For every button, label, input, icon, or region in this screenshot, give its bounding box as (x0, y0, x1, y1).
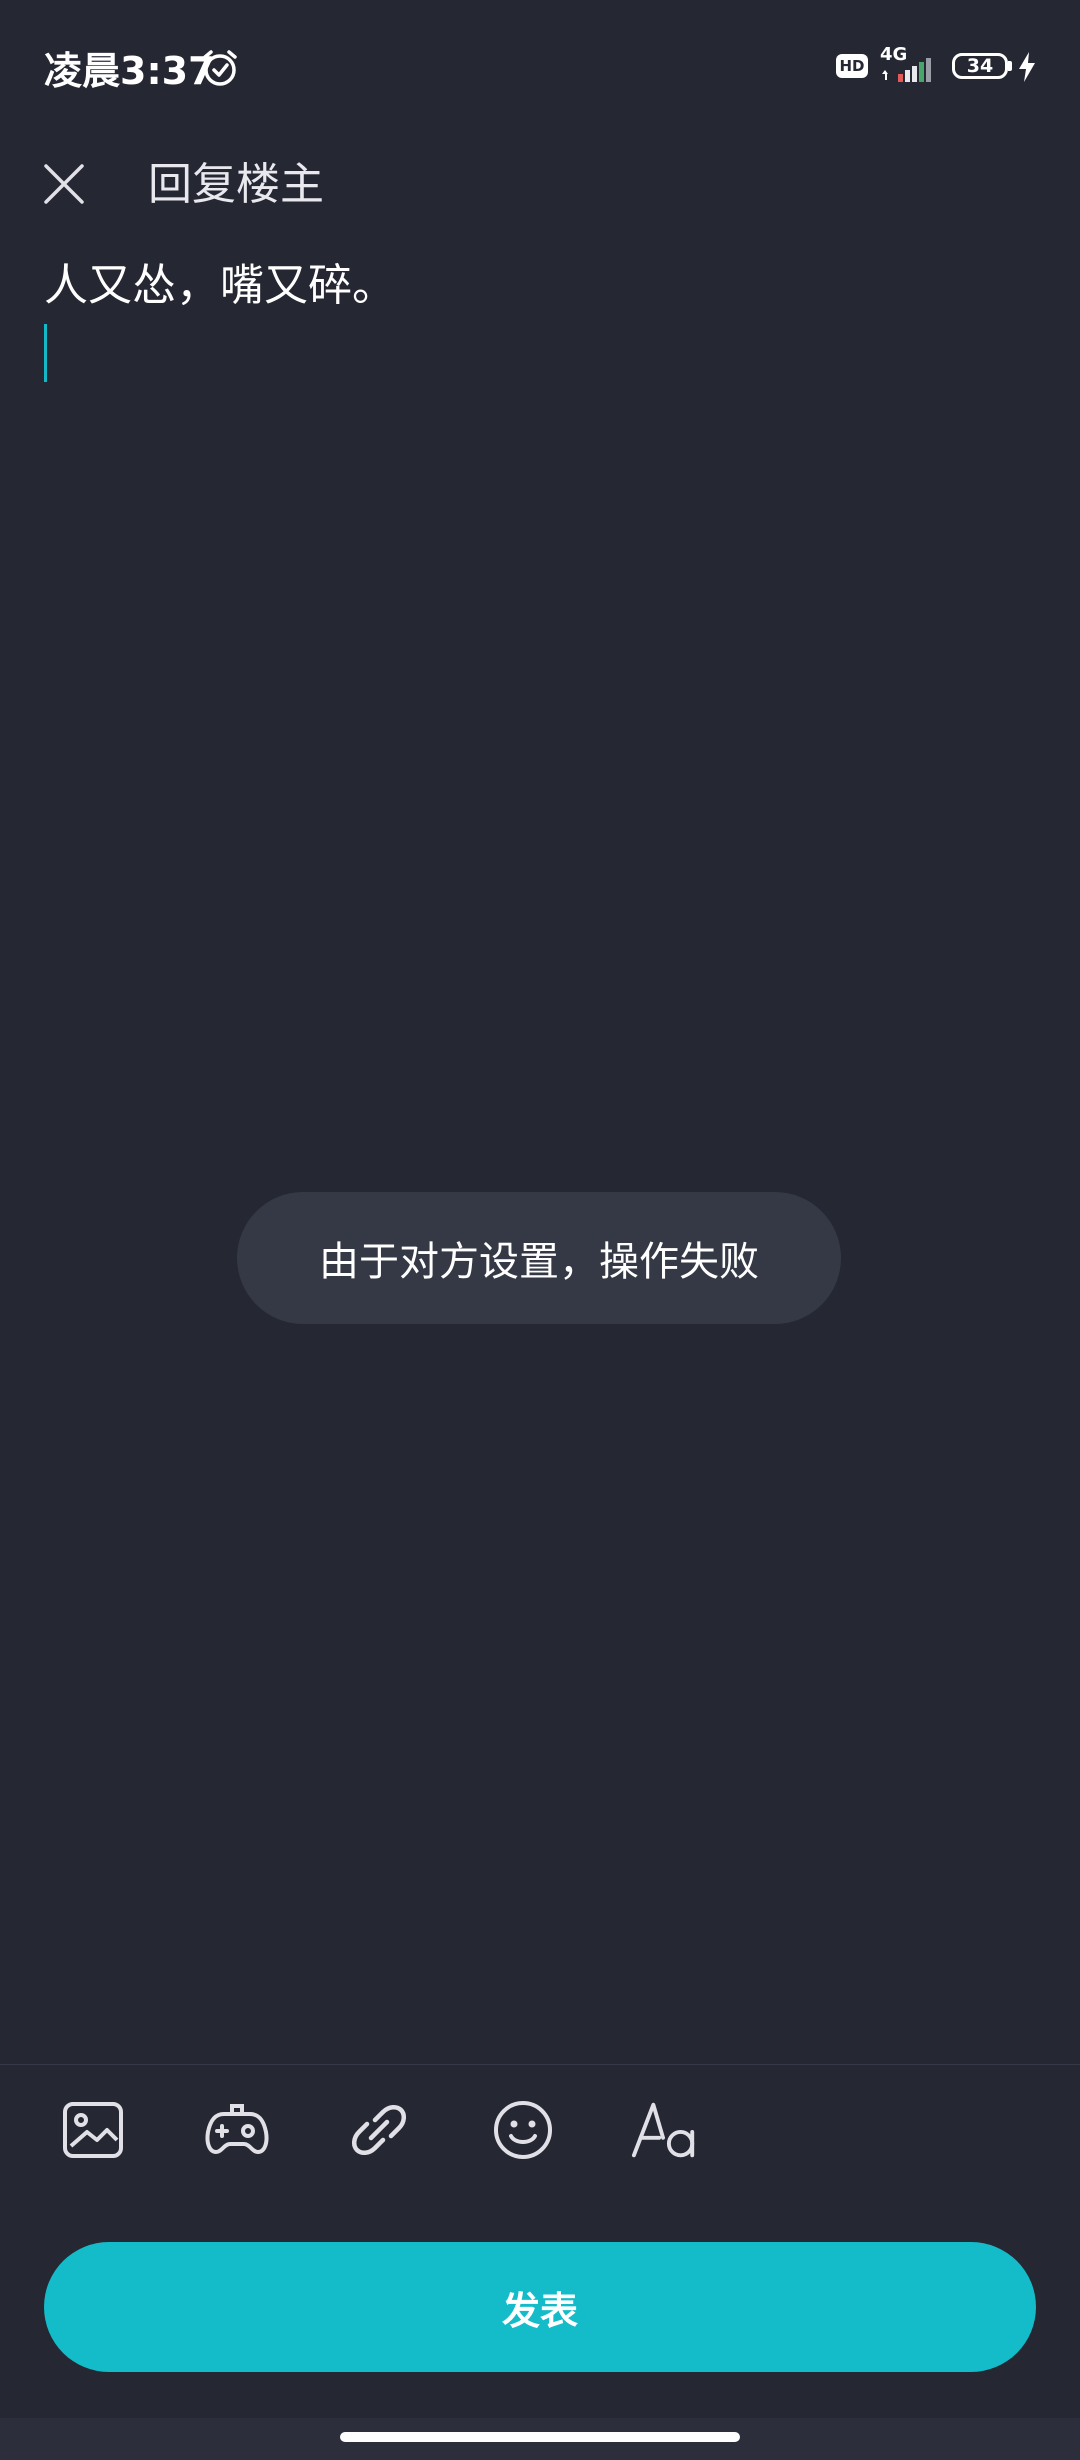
toast-message: 由于对方设置，操作失败 (319, 1239, 759, 1285)
insert-image-button[interactable] (58, 2095, 128, 2165)
image-icon (63, 2102, 123, 2158)
status-time: 凌晨3:37 (44, 49, 215, 93)
battery-indicator: 34 (952, 53, 1008, 79)
reply-editor[interactable]: 人又怂，嘴又碎。 (44, 250, 1036, 2050)
insert-game-button[interactable] (202, 2095, 272, 2165)
emoji-icon (494, 2101, 552, 2159)
hd-badge: HD (836, 54, 868, 78)
signal-icon (882, 58, 931, 82)
insert-emoji-button[interactable] (488, 2095, 558, 2165)
close-icon (44, 164, 84, 204)
close-button[interactable] (30, 150, 98, 218)
page-title: 回复楼主 (148, 159, 324, 210)
text-caret (44, 324, 47, 382)
insert-link-button[interactable] (344, 2095, 414, 2165)
battery-level: 34 (966, 55, 994, 77)
status-bar: 凌晨3:37 HD 4G 34 (0, 0, 1080, 140)
home-indicator[interactable] (340, 2432, 740, 2442)
charging-icon (1019, 52, 1035, 82)
reply-content[interactable]: 人又怂，嘴又碎。 (44, 256, 396, 316)
error-toast: 由于对方设置，操作失败 (237, 1192, 841, 1324)
text-format-button[interactable] (630, 2095, 700, 2165)
system-nav-bar (0, 2418, 1080, 2460)
battery-tip (1008, 61, 1012, 71)
alarm-icon (203, 50, 237, 86)
editor-toolbar (0, 2064, 1080, 2195)
link-icon (352, 2105, 406, 2155)
text-format-icon (631, 2102, 695, 2158)
gamepad-icon (205, 2104, 269, 2154)
publish-button[interactable]: 发表 (44, 2242, 1036, 2372)
reply-header: 回复楼主 (0, 140, 1080, 250)
